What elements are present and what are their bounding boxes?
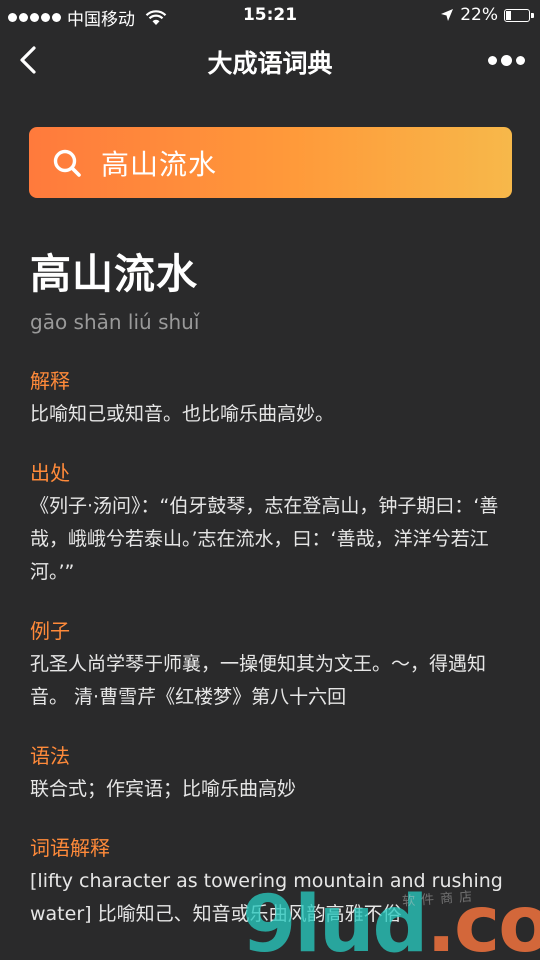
idiom-title: 高山流水	[30, 250, 198, 298]
section-body: 比喻知己或知音。也比喻乐曲高妙。	[30, 403, 335, 425]
section-heading: 出处	[30, 461, 70, 485]
section-body: 联合式；作宾语；比喻乐曲高妙	[30, 778, 297, 800]
location-arrow-icon	[441, 9, 454, 21]
section-body: 孔圣人尚学琴于师襄，一操便知其为文王。～，得遇知音。 清·曹雪芹《红楼梦》第八十…	[30, 653, 487, 708]
section-word-explanation: 词语解释 [lifty character as towering mounta…	[30, 834, 515, 931]
status-bar-right: 22%	[440, 5, 534, 25]
section-heading: 词语解释	[30, 836, 110, 860]
search-bar[interactable]: 高山流水	[29, 127, 512, 198]
section-source: 出处 《列子·汤问》：“伯牙鼓琴，志在登高山，钟子期曰：‘善哉，峨峨兮若泰山。’…	[30, 459, 515, 589]
idiom-detail: 高山流水 gāo shān liú shuǐ 解释 比喻知己或知音。也比喻乐曲高…	[30, 245, 515, 931]
section-grammar: 语法 联合式；作宾语；比喻乐曲高妙	[30, 742, 515, 806]
section-body: 《列子·汤问》：“伯牙鼓琴，志在登高山，钟子期曰：‘善哉，峨峨兮若泰山。’志在流…	[30, 495, 499, 583]
section-heading: 例子	[30, 619, 70, 643]
battery-icon	[504, 8, 534, 22]
battery-level-fill	[506, 10, 512, 20]
section-explanation: 解释 比喻知己或知音。也比喻乐曲高妙。	[30, 367, 515, 431]
battery-percent: 22%	[460, 5, 498, 25]
status-bar: 中国移动 15:21 22%	[0, 0, 540, 32]
page-title: 大成语词典	[207, 49, 333, 78]
more-dots-icon	[487, 55, 497, 65]
search-icon	[53, 149, 81, 177]
search-input[interactable]: 高山流水	[101, 143, 217, 183]
section-body: [lifty character as towering mountain an…	[30, 870, 503, 925]
nav-bar: 大成语词典	[0, 32, 540, 90]
section-heading: 语法	[30, 744, 70, 768]
idiom-pinyin: gāo shān liú shuǐ	[30, 310, 200, 334]
section-example: 例子 孔圣人尚学琴于师襄，一操便知其为文王。～，得遇知音。 清·曹雪芹《红楼梦》…	[30, 617, 515, 714]
more-button[interactable]	[486, 44, 526, 76]
screen: 中国移动 15:21 22% 大成语词典 高山流水 高山流水 gāo shān …	[0, 0, 540, 960]
section-heading: 解释	[30, 369, 70, 393]
